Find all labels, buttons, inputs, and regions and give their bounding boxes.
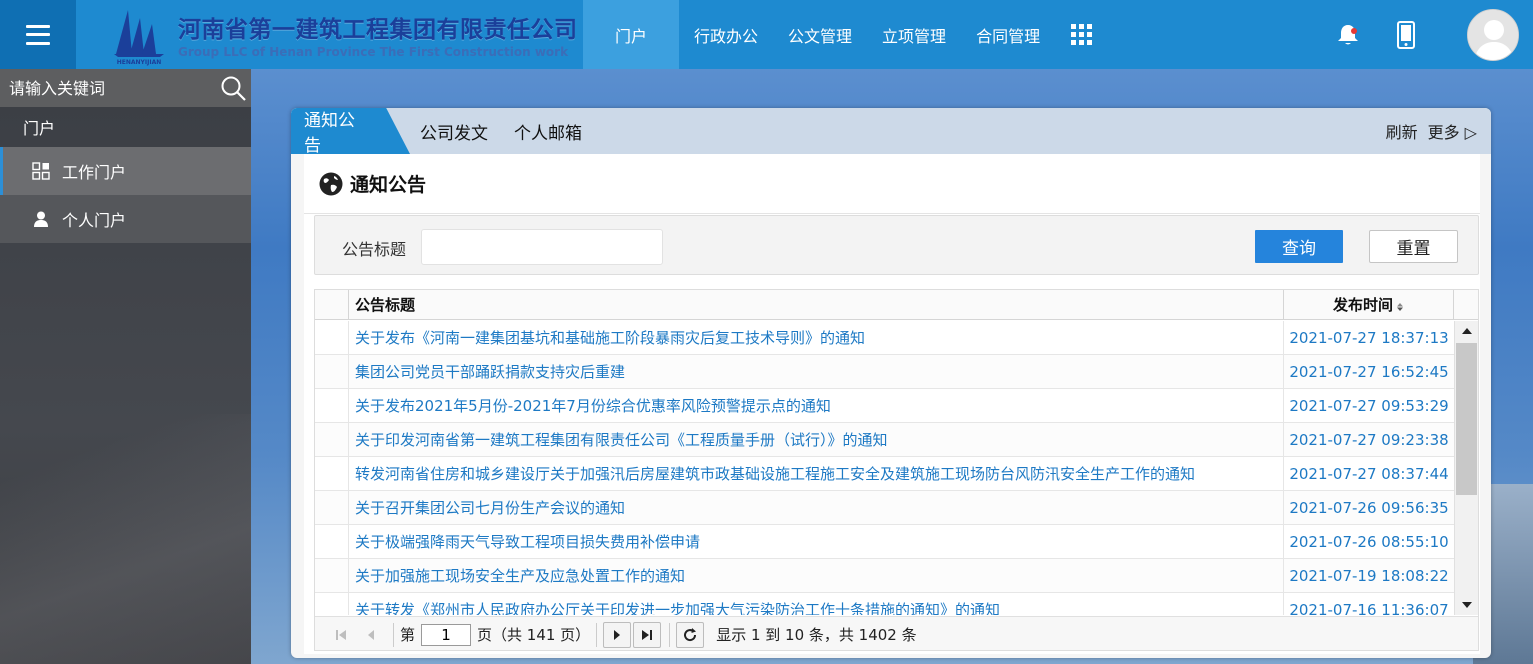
top-navbar: HENANYIJIAN 河南省第一建筑工程集团有限责任公司 Group LLC … xyxy=(0,0,1533,69)
sidebar-background-image xyxy=(0,414,251,664)
pagination: 第 页（共 141 页） 显示 1 到 10 条，共 1402 条 xyxy=(315,616,1478,650)
panel-tabs: 通知公告 公司发文 个人邮箱 刷新 更多 ▷ xyxy=(291,108,1491,154)
company-logo-area: HENANYIJIAN 河南省第一建筑工程集团有限责任公司 Group LLC … xyxy=(76,0,583,69)
nav-item-document-management[interactable]: 公文管理 xyxy=(773,0,867,69)
notice-publish-time: 2021-07-16 11:36:07 xyxy=(1289,600,1449,616)
query-button[interactable]: 查询 xyxy=(1255,230,1343,263)
company-logo: HENANYIJIAN xyxy=(110,4,168,66)
notice-content: 通知公告 公告标题 查询 重置 公告标题 发布时间 关于发布《河南一建集团基坑和… xyxy=(304,154,1480,654)
table-row: 转发河南省住房和城乡建设厅关于加强汛后房屋建筑市政基础设施工程施工安全及建筑施工… xyxy=(315,457,1454,491)
notice-publish-time: 2021-07-26 09:56:35 xyxy=(1289,498,1449,517)
scroll-up-arrow-icon[interactable] xyxy=(1455,321,1478,341)
refresh-link[interactable]: 刷新 xyxy=(1386,119,1418,143)
notice-publish-time: 2021-07-26 08:55:10 xyxy=(1289,532,1449,551)
table-scrollbar[interactable] xyxy=(1454,321,1478,615)
notice-title-link[interactable]: 关于印发河南省第一建筑工程集团有限责任公司《工程质量手册（试行）》的通知 xyxy=(349,423,1284,456)
globe-icon xyxy=(318,171,344,197)
page-suffix: 页（共 141 页） xyxy=(477,626,591,644)
table-row: 关于发布2021年5月份-2021年7月份综合优惠率风险预警提示点的通知 2021… xyxy=(315,389,1454,423)
notice-title-link[interactable]: 关于加强施工现场安全生产及应急处置工作的通知 xyxy=(349,559,1284,592)
sidebar-item-personal-portal[interactable]: 个人门户 xyxy=(0,195,251,243)
sidebar-item-label: 工作门户 xyxy=(62,163,127,182)
refresh-icon[interactable] xyxy=(676,621,705,648)
page-title-text: 通知公告 xyxy=(350,174,427,196)
sidebar: 门户 工作门户 个人门户 xyxy=(0,69,251,664)
notice-title-link[interactable]: 关于极端强降雨天气导致工程项目损失费用补偿申请 xyxy=(349,525,1284,558)
nav-item-project-management[interactable]: 立项管理 xyxy=(867,0,961,69)
page-number-input[interactable] xyxy=(421,623,472,646)
column-header-label: 发布时间 xyxy=(1332,296,1393,314)
notice-publish-time: 2021-07-27 09:53:29 xyxy=(1289,396,1449,415)
nav-item-admin-office[interactable]: 行政办公 xyxy=(679,0,773,69)
table-header: 公告标题 发布时间 xyxy=(315,290,1478,320)
search-filter-bar: 公告标题 查询 重置 xyxy=(314,215,1479,275)
search-icon[interactable] xyxy=(219,74,247,102)
search-input[interactable] xyxy=(9,78,209,98)
bell-icon[interactable] xyxy=(1335,22,1361,48)
next-page-icon[interactable] xyxy=(603,621,632,648)
table-row: 关于发布《河南一建集团基坑和基础施工阶段暴雨灾后复工技术导则》的通知 2021-0… xyxy=(315,321,1454,355)
column-header-publish-time[interactable]: 发布时间 xyxy=(1284,290,1454,319)
company-name: 河南省第一建筑工程集团有限责任公司 xyxy=(178,17,578,43)
sidebar-item-work-portal[interactable]: 工作门户 xyxy=(0,147,251,195)
company-english-name: Group LLC of Henan Province The First Co… xyxy=(178,45,569,59)
notice-publish-time: 2021-07-27 09:23:38 xyxy=(1289,430,1449,449)
column-header-title[interactable]: 公告标题 xyxy=(349,290,1284,319)
notice-panel: 通知公告 公司发文 个人邮箱 刷新 更多 ▷ 通知公告 公告标题 查询 重置 公… xyxy=(291,108,1491,658)
title-filter-label: 公告标题 xyxy=(342,240,407,259)
sort-icon[interactable] xyxy=(1396,299,1404,311)
tab-company-documents[interactable]: 公司发文 xyxy=(420,108,488,154)
nav-item-contract-management[interactable]: 合同管理 xyxy=(961,0,1055,69)
page-title: 通知公告 xyxy=(304,154,1480,214)
user-icon xyxy=(32,210,50,228)
table-row: 关于极端强降雨天气导致工程项目损失费用补偿申请 2021-07-26 08:55:… xyxy=(315,525,1454,559)
dashboard-grid-icon xyxy=(32,162,50,180)
scroll-down-arrow-icon[interactable] xyxy=(1455,595,1478,615)
notice-title-link[interactable]: 关于召开集团公司七月份生产会议的通知 xyxy=(349,491,1284,524)
title-filter-input[interactable] xyxy=(421,229,663,265)
notice-publish-time: 2021-07-27 08:37:44 xyxy=(1289,464,1449,483)
table-row: 集团公司党员干部踊跃捐款支持灾后重建 2021-07-27 16:52:45 xyxy=(315,355,1454,389)
notice-title-link[interactable]: 关于发布2021年5月份-2021年7月份综合优惠率风险预警提示点的通知 xyxy=(349,389,1284,422)
menu-toggle-button[interactable] xyxy=(0,0,76,69)
table-row: 关于转发《郑州市人民政府办公厅关于印发进一步加强大气污染防治工作十条措施的通知》… xyxy=(315,593,1454,615)
menu-icon xyxy=(26,24,50,45)
sidebar-search xyxy=(0,69,251,107)
table-row: 关于召开集团公司七月份生产会议的通知 2021-07-26 09:56:35 xyxy=(315,491,1454,525)
notice-title-link[interactable]: 集团公司党员干部踊跃捐款支持灾后重建 xyxy=(349,355,1284,388)
table-row: 关于印发河南省第一建筑工程集团有限责任公司《工程质量手册（试行）》的通知 2021… xyxy=(315,423,1454,457)
nav-item-portal[interactable]: 门户 xyxy=(583,0,680,69)
avatar[interactable] xyxy=(1467,8,1519,61)
sidebar-section-portal: 门户 xyxy=(23,119,56,138)
tab-notices[interactable]: 通知公告 xyxy=(291,108,410,154)
notice-title-link[interactable]: 关于发布《河南一建集团基坑和基础施工阶段暴雨灾后复工技术导则》的通知 xyxy=(349,321,1284,354)
apps-grid-icon[interactable] xyxy=(1071,23,1093,46)
page-summary: 显示 1 到 10 条，共 1402 条 xyxy=(716,626,917,644)
prev-page-icon[interactable] xyxy=(357,622,385,648)
first-page-icon[interactable] xyxy=(327,622,355,648)
more-link[interactable]: 更多 ▷ xyxy=(1428,119,1477,143)
notice-publish-time: 2021-07-27 16:52:45 xyxy=(1289,362,1449,381)
sidebar-item-label: 个人门户 xyxy=(62,211,127,230)
index-column-header xyxy=(315,290,349,319)
last-page-icon[interactable] xyxy=(633,621,662,648)
notice-title-link[interactable]: 转发河南省住房和城乡建设厅关于加强汛后房屋建筑市政基础设施工程施工安全及建筑施工… xyxy=(349,457,1284,490)
main-nav: 门户 行政办公 公文管理 立项管理 合同管理 xyxy=(583,0,1093,69)
mobile-icon[interactable] xyxy=(1397,20,1415,49)
notice-publish-time: 2021-07-19 18:08:22 xyxy=(1289,566,1449,585)
reset-button[interactable]: 重置 xyxy=(1369,230,1458,263)
notice-table: 公告标题 发布时间 关于发布《河南一建集团基坑和基础施工阶段暴雨灾后复工技术导则… xyxy=(314,289,1479,651)
logo-caption: HENANYIJIAN xyxy=(117,59,162,66)
page-prefix: 第 xyxy=(400,626,416,644)
scrollbar-thumb[interactable] xyxy=(1456,343,1477,495)
notice-title-link[interactable]: 关于转发《郑州市人民政府办公厅关于印发进一步加强大气污染防治工作十条措施的通知》… xyxy=(349,593,1284,615)
table-body: 关于发布《河南一建集团基坑和基础施工阶段暴雨灾后复工技术导则》的通知 2021-0… xyxy=(315,321,1454,615)
notice-publish-time: 2021-07-27 18:37:13 xyxy=(1289,328,1449,347)
tab-personal-mailbox[interactable]: 个人邮箱 xyxy=(514,108,582,154)
table-row: 关于加强施工现场安全生产及应急处置工作的通知 2021-07-19 18:08:2… xyxy=(315,559,1454,593)
